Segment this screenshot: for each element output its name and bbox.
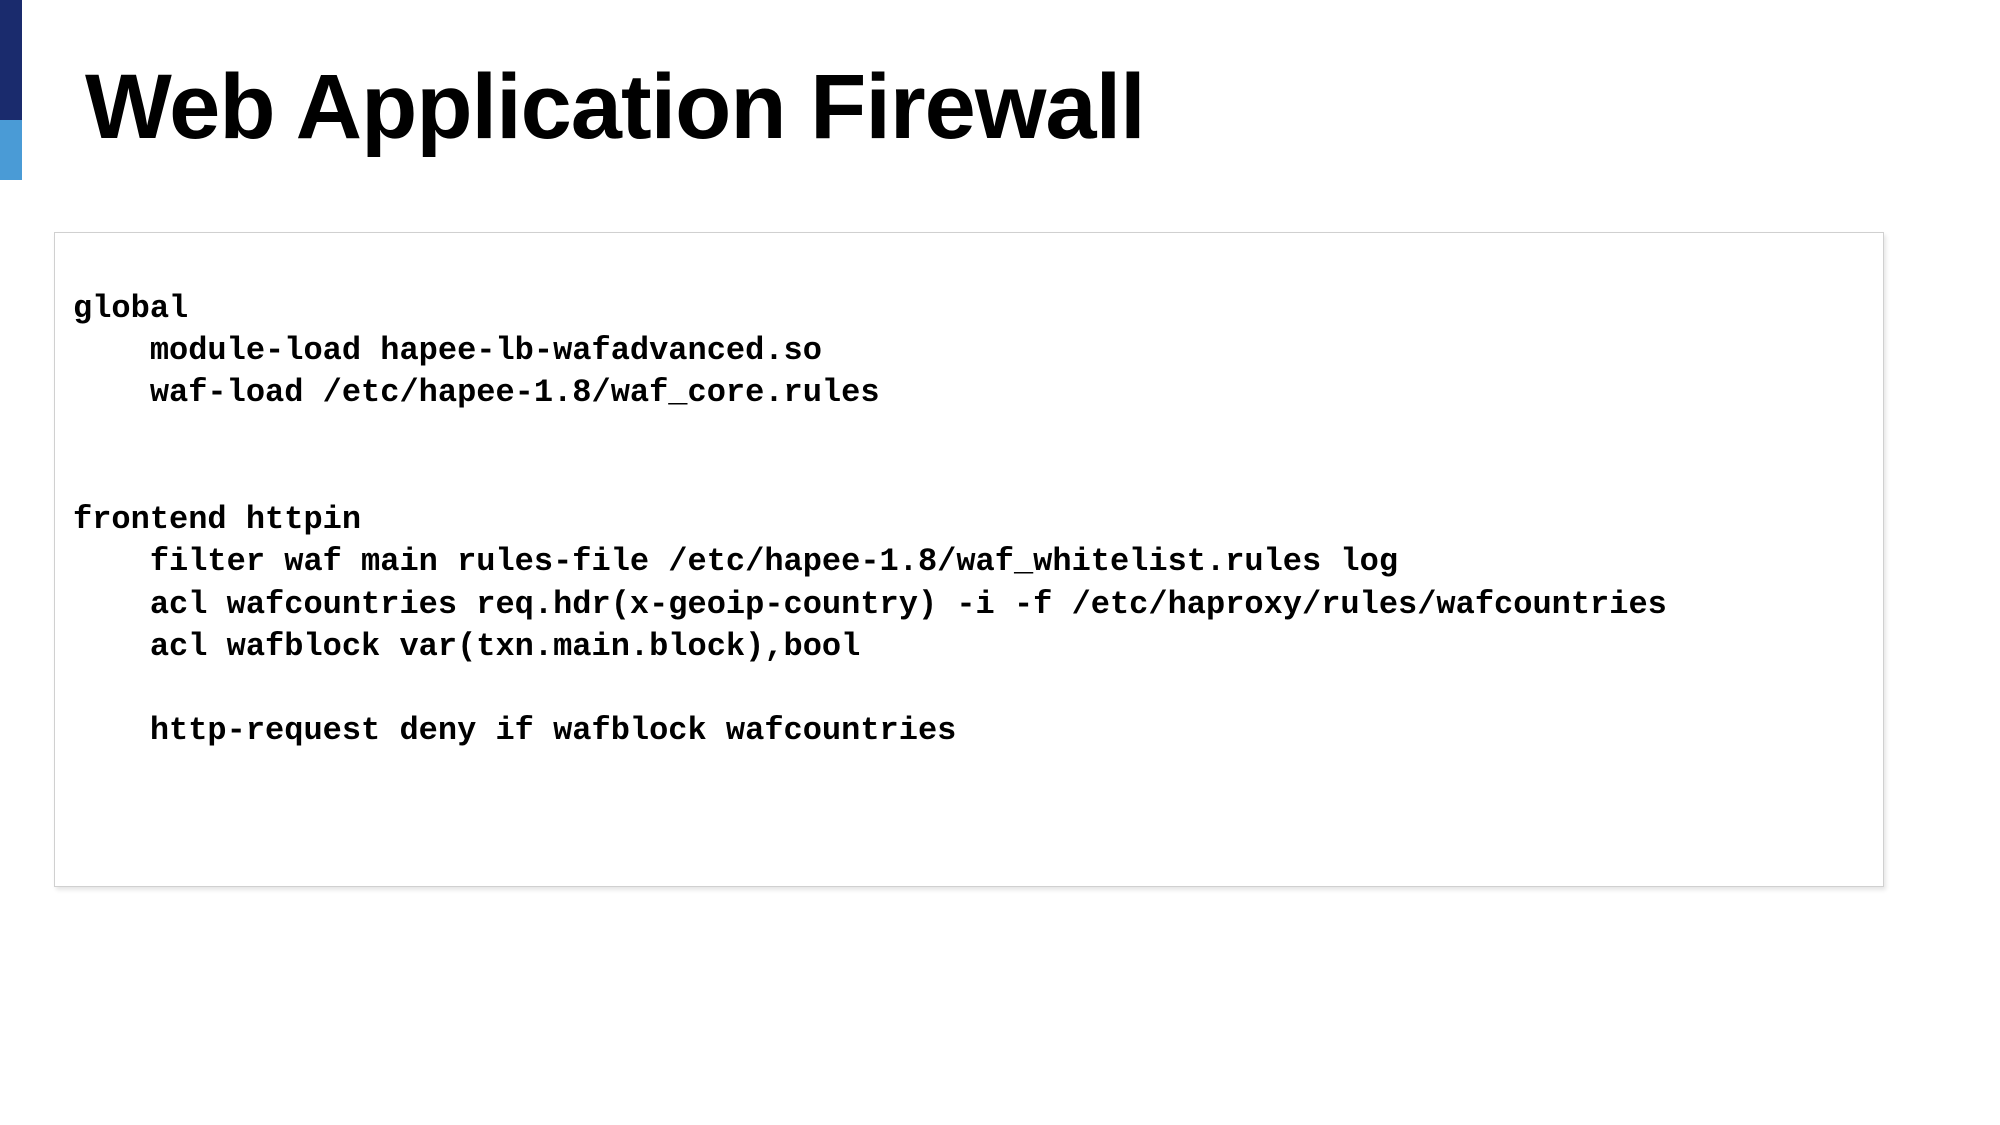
code-block-container: global module-load hapee-lb-wafadvanced.… [54,232,1884,887]
page-title: Web Application Firewall [85,55,1145,160]
accent-bar-light [0,120,22,180]
code-content: global module-load hapee-lb-wafadvanced.… [73,288,1865,753]
accent-bar-dark [0,0,22,120]
